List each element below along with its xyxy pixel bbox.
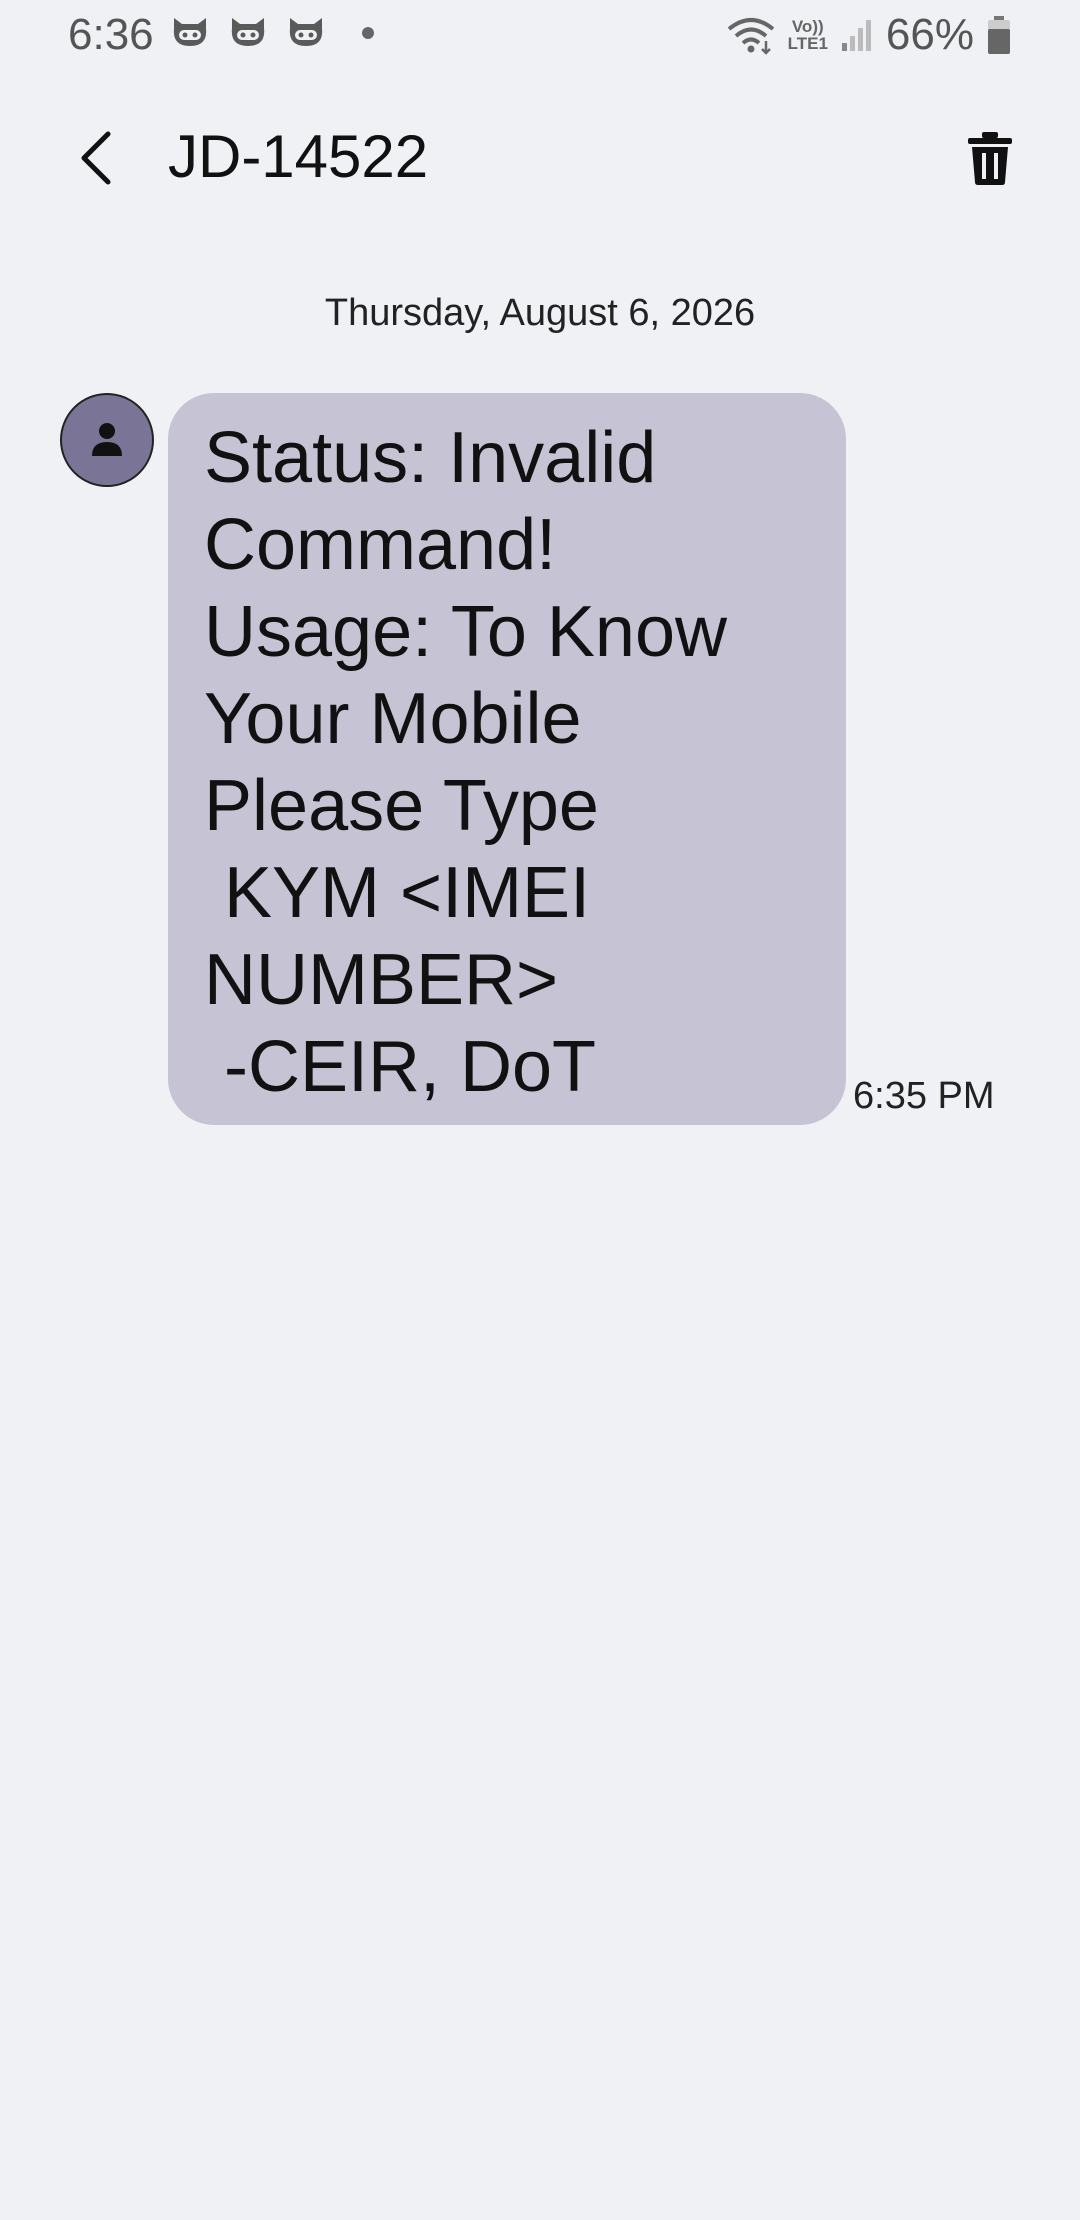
delete-button[interactable] <box>954 122 1026 194</box>
date-divider: Thursday, August 6, 2026 <box>324 292 756 334</box>
cat-notification-icon <box>289 18 323 46</box>
message-text: Status: Invalid Command! Usage: To Know … <box>204 418 727 1107</box>
lte-label: LTE1 <box>787 34 828 53</box>
status-bar: 6:36 Vo)) LTE1 66% <box>0 0 1080 72</box>
trash-icon <box>968 132 1012 185</box>
back-arrow-icon <box>81 131 111 185</box>
cat-notification-icon <box>231 18 265 46</box>
message-time: 6:35 PM <box>853 1075 995 1117</box>
battery-icon <box>988 16 1010 54</box>
signal-icon <box>841 20 871 51</box>
conversation-header: JD-14522 <box>0 100 1080 220</box>
sender-avatar[interactable] <box>60 393 154 487</box>
message-bubble[interactable]: Status: Invalid Command! Usage: To Know … <box>168 393 846 1125</box>
back-button[interactable] <box>60 122 132 194</box>
contact-name: JD-14522 <box>168 123 429 190</box>
notification-icons <box>170 16 374 50</box>
cat-notification-icon <box>173 18 207 46</box>
status-right: Vo)) LTE1 66% <box>726 10 1012 60</box>
person-icon <box>92 423 122 456</box>
wifi-icon <box>727 18 774 55</box>
network-type-label: Vo)) LTE1 <box>788 18 828 52</box>
more-notifications-dot <box>362 27 374 39</box>
battery-percent: 66% <box>885 10 974 59</box>
status-time: 6:36 <box>68 10 154 59</box>
volte-label: Vo)) <box>791 17 824 36</box>
